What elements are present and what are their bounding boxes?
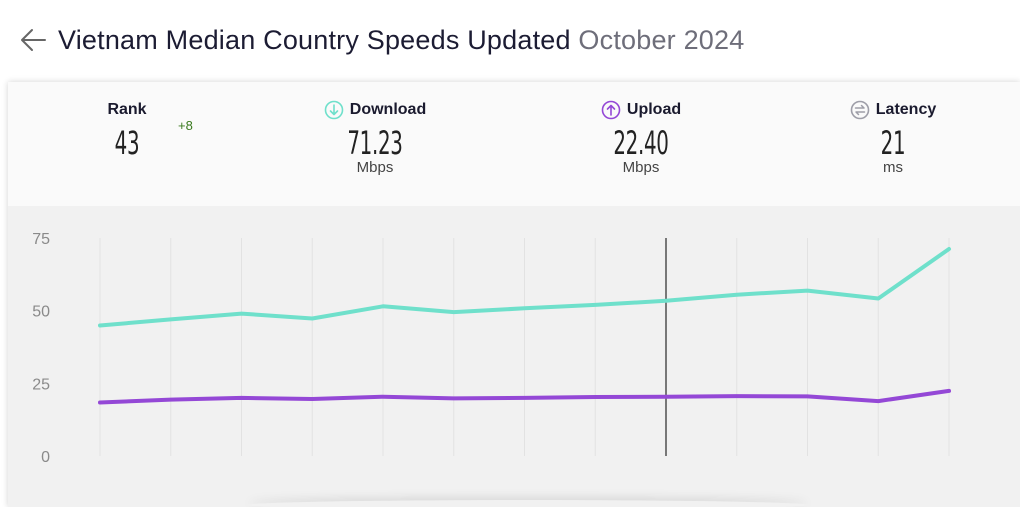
- stats-bar: Rank 43 +8 Download 71.23 Mbps Upload 22…: [8, 82, 1020, 206]
- latency-arrows-icon: [850, 100, 870, 120]
- speeds-card: Rank 43 +8 Download 71.23 Mbps Upload 22…: [8, 82, 1020, 507]
- download-stat: Download 71.23 Mbps: [280, 98, 470, 176]
- rank-change-badge: +8: [178, 118, 193, 133]
- page-header: Vietnam Median Country Speeds Updated Oc…: [18, 20, 744, 60]
- latency-label: Latency: [875, 101, 937, 118]
- download-arrow-icon: [324, 100, 344, 120]
- latency-value: 21: [880, 124, 906, 162]
- updated-date: October 2024: [578, 24, 745, 55]
- y-tick-label: 0: [41, 449, 50, 466]
- upload-value: 22.40: [613, 124, 669, 162]
- back-arrow-icon[interactable]: [18, 25, 48, 55]
- rank-value: 43: [114, 124, 140, 162]
- rank-label: Rank: [107, 101, 147, 118]
- download-label: Download: [349, 101, 427, 118]
- upload-arrow-icon: [601, 100, 621, 120]
- page-title: Vietnam Median Country Speeds Updated Oc…: [58, 25, 744, 56]
- card-bottom-shadow: [248, 500, 808, 507]
- speed-chart[interactable]: 0 25 50 75: [8, 206, 1020, 507]
- upload-label: Upload: [626, 101, 682, 118]
- y-tick-label: 50: [32, 304, 50, 321]
- latency-stat: Latency 21 ms: [798, 98, 988, 176]
- rank-stat: Rank 43: [32, 98, 222, 162]
- y-tick-label: 75: [32, 231, 50, 248]
- y-tick-label: 25: [32, 376, 50, 393]
- page-title-text: Vietnam Median Country Speeds Updated: [58, 24, 571, 55]
- upload-stat: Upload 22.40 Mbps: [546, 98, 736, 176]
- download-value: 71.23: [347, 124, 403, 162]
